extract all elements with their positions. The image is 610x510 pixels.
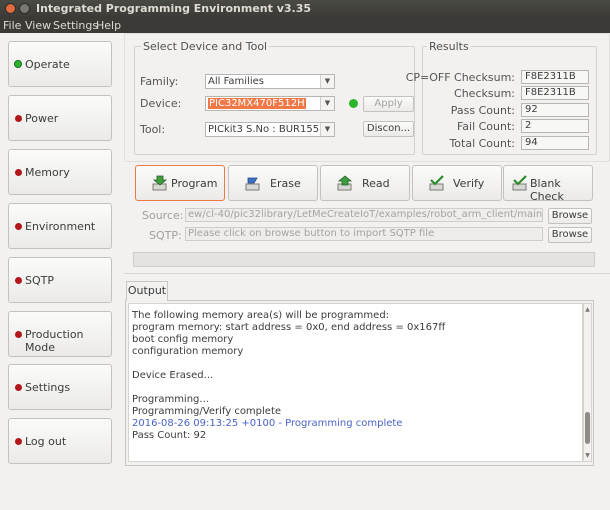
device-value: PIC32MX470F512H (208, 98, 306, 109)
status-led-icon (15, 223, 22, 230)
log-line: program memory: start address = 0x0, end… (132, 322, 446, 333)
log-line: Pass Count: 92 (132, 430, 207, 441)
status-led-icon (15, 115, 22, 122)
program-label: Program (171, 177, 218, 190)
blank-check-button[interactable]: Blank Check (503, 165, 593, 203)
chevron-down-icon: ▼ (320, 75, 334, 88)
sidebar-item-label: Memory (25, 166, 70, 179)
log-line: configuration memory (132, 346, 244, 357)
device-label: Device: (140, 97, 182, 110)
source-label: Source: (142, 209, 184, 222)
sidebar-item-environment[interactable]: Environment (8, 203, 112, 249)
cp-off-checksum-value: F8E2311B (521, 70, 589, 84)
output-log[interactable]: The following memory area(s) will be pro… (128, 303, 583, 462)
total-count-label: Total Count: (449, 137, 515, 150)
output-scrollbar[interactable]: ▲ ▼ (583, 303, 592, 462)
tool-dropdown[interactable]: PICkit3 S.No : BUR15513... ▼ (205, 122, 335, 137)
menu-help[interactable]: Help (96, 19, 121, 32)
log-line: Device Erased... (132, 370, 214, 381)
source-path-field[interactable]: ew/cl-40/pic32library/LetMeCreateIoT/exa… (185, 208, 543, 222)
device-dropdown[interactable]: PIC32MX470F512H ▼ (205, 96, 335, 111)
pass-count-value: 92 (521, 103, 589, 117)
erase-icon (245, 177, 260, 191)
device-tool-legend: Select Device and Tool (141, 40, 270, 53)
tab-output[interactable]: Output (126, 281, 168, 301)
log-line: Programming/Verify complete (132, 406, 282, 417)
checksum-label: Checksum: (454, 87, 515, 100)
sidebar-item-operate[interactable]: Operate (8, 41, 112, 87)
sqtp-label: SQTP: (149, 229, 182, 242)
title-bar: Integrated Programming Environment v3.35 (0, 0, 610, 18)
scroll-thumb[interactable] (585, 412, 590, 444)
sidebar-item-power[interactable]: Power (8, 95, 112, 141)
sidebar-item-sqtp[interactable]: SQTP (8, 257, 112, 303)
sidebar-item-log-out[interactable]: Log out (8, 418, 112, 464)
cp-off-checksum-label: CP=OFF Checksum: (405, 71, 515, 84)
checksum-value: F8E2311B (521, 86, 589, 100)
window-title: Integrated Programming Environment v3.35 (36, 2, 312, 15)
fail-count-label: Fail Count: (456, 120, 515, 133)
family-label: Family: (140, 75, 179, 88)
verify-icon (429, 175, 444, 191)
sidebar-item-label: Production Mode (25, 328, 84, 354)
scroll-down-icon[interactable]: ▼ (584, 452, 591, 459)
source-browse-button[interactable]: Browse (548, 208, 592, 224)
status-led-icon (15, 331, 22, 338)
status-led-icon (15, 438, 22, 445)
read-icon (337, 175, 353, 191)
results-legend: Results (427, 40, 471, 53)
status-led-icon (15, 277, 22, 284)
sidebar-item-production-mode[interactable]: Production Mode (8, 311, 112, 357)
chevron-down-icon: ▼ (320, 123, 334, 136)
status-led-icon (15, 384, 22, 391)
status-led-icon (14, 60, 22, 68)
sidebar-item-memory[interactable]: Memory (8, 149, 112, 195)
log-line-timestamp: 2016-08-26 09:13:25 +0100 - Programming … (132, 418, 403, 429)
log-line: Programming... (132, 394, 209, 405)
program-button[interactable]: Program (135, 165, 225, 201)
progress-bar (133, 252, 595, 267)
log-line: boot config memory (132, 334, 234, 345)
read-label: Read (362, 177, 390, 190)
minimize-window-button[interactable] (19, 3, 30, 14)
sidebar-item-label: Environment (25, 220, 96, 233)
tool-value: PICkit3 S.No : BUR15513... (208, 124, 335, 135)
read-button[interactable]: Read (320, 165, 410, 201)
pass-count-label: Pass Count: (450, 104, 515, 117)
sqtp-browse-button[interactable]: Browse (548, 227, 592, 243)
close-window-button[interactable] (5, 3, 16, 14)
blank-check-icon (512, 175, 527, 191)
fail-count-value: 2 (521, 119, 589, 133)
erase-label: Erase (270, 177, 301, 190)
chevron-down-icon: ▼ (320, 97, 334, 110)
menu-settings[interactable]: Settings (53, 19, 98, 32)
menu-view[interactable]: View (25, 19, 51, 32)
sidebar-item-label: Settings (25, 381, 71, 394)
family-value: All Families (208, 76, 264, 87)
blank-check-label: Blank Check (530, 177, 564, 203)
erase-button[interactable]: Erase (228, 165, 318, 201)
total-count-value: 94 (521, 136, 589, 150)
pane-divider[interactable] (124, 273, 610, 275)
menu-bar: File View Settings Help (0, 18, 610, 33)
sidebar-item-settings[interactable]: Settings (8, 364, 112, 410)
menu-file[interactable]: File (3, 19, 21, 32)
sidebar-item-label: SQTP (25, 274, 54, 287)
verify-button[interactable]: Verify (412, 165, 502, 201)
scroll-up-icon[interactable]: ▲ (584, 306, 591, 313)
family-dropdown[interactable]: All Families ▼ (205, 74, 335, 89)
status-led-icon (15, 169, 22, 176)
sidebar-item-label: Operate (25, 58, 70, 71)
sqtp-path-field[interactable]: Please click on browse button to import … (185, 227, 543, 241)
log-line: The following memory area(s) will be pro… (132, 310, 390, 321)
verify-label: Verify (453, 177, 485, 190)
program-icon (152, 175, 168, 191)
device-status-icon (349, 99, 358, 108)
sidebar-item-label: Log out (25, 435, 67, 448)
tool-label: Tool: (140, 123, 166, 136)
sidebar-item-label: Power (25, 112, 59, 125)
